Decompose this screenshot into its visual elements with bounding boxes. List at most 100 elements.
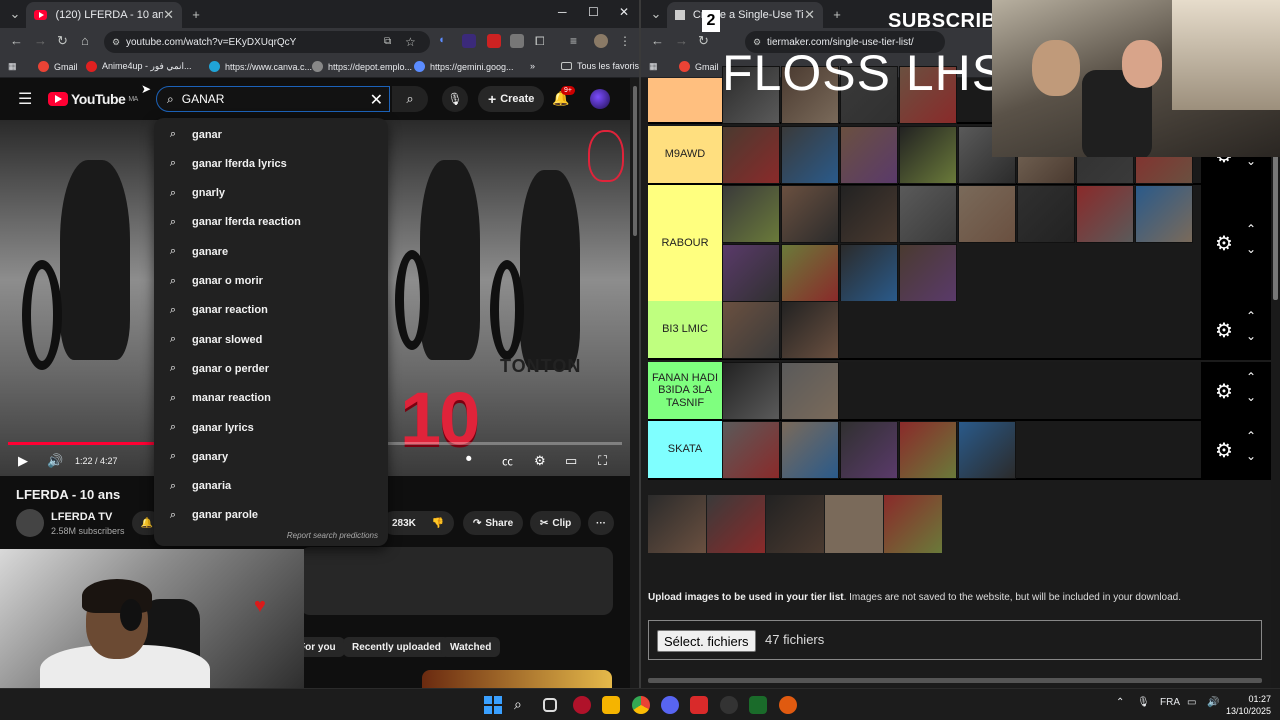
hamburger-menu-icon[interactable]: ☰ — [18, 89, 32, 109]
report-search-predictions-link[interactable]: Report search predictions — [287, 531, 378, 540]
bookmark-gmail[interactable]: Gmail — [679, 61, 719, 72]
apps-grid-icon[interactable]: ▦ — [8, 61, 17, 72]
search-suggestion[interactable]: ⌕ ganar reaction — [154, 296, 388, 325]
tier-label[interactable]: BI3 LMIC — [648, 301, 722, 358]
bookmarks-more-icon[interactable]: » — [530, 61, 535, 71]
video-description-box[interactable] — [300, 547, 613, 615]
subtitles-icon[interactable]: ㏄ — [502, 453, 513, 469]
minimize-icon[interactable]: ─ — [558, 5, 567, 19]
media-control-icon[interactable]: ≡ — [570, 34, 584, 48]
tab-youtube[interactable]: (120) LFERDA - 10 ans - YouTube ✕ — [26, 2, 182, 28]
search-suggestion[interactable]: ⌕ manar reaction — [154, 384, 388, 413]
maximize-icon[interactable]: ☐ — [588, 5, 599, 19]
install-icon[interactable]: ⧉ — [384, 36, 398, 50]
move-tier-up-icon[interactable]: ⌃ — [1246, 309, 1256, 323]
close-tab-icon[interactable]: ✕ — [804, 7, 815, 23]
tier-item-image[interactable] — [840, 126, 898, 184]
tier-item-image[interactable] — [781, 362, 839, 420]
bookmark-gmail[interactable]: Gmail — [38, 61, 78, 72]
tab-search-button[interactable]: ⌄ — [646, 4, 666, 24]
tier-settings-gear-icon[interactable]: ⚙ — [1215, 318, 1233, 343]
bookmark-canva[interactable]: https://www.canva.c... — [209, 61, 312, 72]
tier-item-image[interactable] — [722, 421, 780, 479]
volume-tray-icon[interactable]: 🔊 — [1207, 697, 1219, 708]
more-actions-button[interactable]: ··· — [588, 511, 614, 535]
dislike-icon[interactable]: 👎 — [432, 518, 444, 529]
extension-icon[interactable]: ◖ — [438, 34, 452, 48]
bookmark-all-folder[interactable]: Tous les favoris — [561, 61, 639, 71]
tier-item-image[interactable] — [840, 185, 898, 243]
app-icon[interactable] — [749, 696, 767, 714]
home-icon[interactable]: ⌂ — [81, 33, 89, 48]
horizontal-scrollbar[interactable] — [648, 678, 1262, 683]
move-tier-up-icon[interactable]: ⌃ — [1246, 370, 1256, 384]
search-suggestion[interactable]: ⌕ ganar — [154, 120, 388, 149]
search-suggestion[interactable]: ⌕ ganar o morir — [154, 267, 388, 296]
search-suggestion[interactable]: ⌕ ganar lferda reaction — [154, 208, 388, 237]
tier-item-image[interactable] — [840, 421, 898, 479]
search-button[interactable]: ⌕ — [392, 86, 428, 112]
tier-item-image[interactable] — [1017, 185, 1075, 243]
clip-button[interactable]: ✂ Clip — [530, 511, 582, 535]
tier-item-image[interactable] — [722, 126, 780, 184]
autoplay-toggle[interactable]: ⏺ — [466, 453, 472, 466]
search-suggestion[interactable]: ⌕ gnarly — [154, 179, 388, 208]
extension-icon[interactable] — [487, 34, 501, 48]
tier-item-image[interactable] — [722, 362, 780, 420]
menu-kebab-icon[interactable]: ⋮ — [619, 34, 633, 48]
new-tab-button[interactable]: + — [827, 4, 847, 24]
volume-icon[interactable]: 🔊 — [47, 453, 63, 469]
forward-icon[interactable]: → — [34, 33, 47, 48]
bookmark-anime4up[interactable]: Anime4up - انمي فور... — [86, 61, 192, 72]
tab-tiermaker[interactable]: Create a Single-Use Tier List (P... ✕ — [667, 2, 823, 28]
chip-recently-uploaded[interactable]: Recently uploaded — [343, 637, 450, 657]
settings-gear-icon[interactable]: ⚙ — [534, 453, 546, 469]
tier-label[interactable]: SKATA — [648, 421, 722, 478]
start-windows-icon[interactable] — [484, 696, 502, 714]
search-input[interactable] — [181, 92, 352, 106]
extension-icon[interactable] — [462, 34, 476, 48]
back-icon[interactable]: ← — [10, 33, 23, 48]
search-suggestion[interactable]: ⌕ ganar lferda lyrics — [154, 149, 388, 178]
new-tab-button[interactable]: + — [186, 4, 206, 24]
tier-label[interactable] — [648, 78, 722, 122]
tier-item-image[interactable] — [899, 244, 957, 302]
pool-item-image[interactable] — [707, 495, 765, 553]
file-explorer-icon[interactable] — [602, 696, 620, 714]
share-button[interactable]: ↷ Share — [463, 511, 524, 535]
move-tier-down-icon[interactable]: ⌄ — [1246, 449, 1256, 463]
channel-name[interactable]: LFERDA TV — [51, 511, 112, 523]
bookmark-gemini[interactable]: https://gemini.goog... — [414, 61, 514, 72]
tier-label[interactable]: FANAN HADI B3IDA 3LA TASNIF — [648, 362, 722, 419]
tier-item-image[interactable] — [781, 301, 839, 359]
tier-settings-gear-icon[interactable]: ⚙ — [1215, 438, 1233, 463]
tier-item-image[interactable] — [722, 185, 780, 243]
play-icon[interactable]: ▶ — [18, 453, 28, 469]
search-icon[interactable]: ⌕ — [514, 696, 532, 714]
extensions-puzzle-icon[interactable]: ⧠ — [535, 34, 549, 48]
tier-item-image[interactable] — [722, 244, 780, 302]
tier-item-image[interactable] — [781, 185, 839, 243]
tier-item-image[interactable] — [899, 126, 957, 184]
app-icon[interactable] — [720, 696, 738, 714]
tier-item-image[interactable] — [899, 421, 957, 479]
bookmark-star-icon[interactable]: ☆ — [405, 35, 419, 49]
chip-watched[interactable]: Watched — [441, 637, 501, 657]
address-bar[interactable]: ⚙ youtube.com/watch?v=EKyDXUqrQcY — [104, 31, 430, 53]
pool-item-image[interactable] — [648, 495, 706, 553]
microphone-tray-icon[interactable]: 🎙 — [1137, 697, 1150, 708]
chrome-icon[interactable] — [632, 696, 650, 714]
app-icon[interactable] — [779, 696, 797, 714]
move-tier-down-icon[interactable]: ⌄ — [1246, 329, 1256, 343]
tier-item-image[interactable] — [781, 421, 839, 479]
reload-icon[interactable]: ↻ — [57, 33, 68, 49]
extension-icon[interactable] — [510, 34, 524, 48]
theater-mode-icon[interactable]: ▭ — [565, 453, 577, 469]
move-tier-up-icon[interactable]: ⌃ — [1246, 222, 1256, 236]
recommended-thumbnail[interactable] — [422, 670, 612, 688]
tier-label[interactable]: RABOUR — [648, 185, 722, 301]
reload-icon[interactable]: ↻ — [698, 33, 709, 49]
apps-grid-icon[interactable]: ▦ — [649, 61, 658, 72]
site-info-icon[interactable]: ⚙ — [112, 37, 120, 48]
tier-item-image[interactable] — [1135, 185, 1193, 243]
